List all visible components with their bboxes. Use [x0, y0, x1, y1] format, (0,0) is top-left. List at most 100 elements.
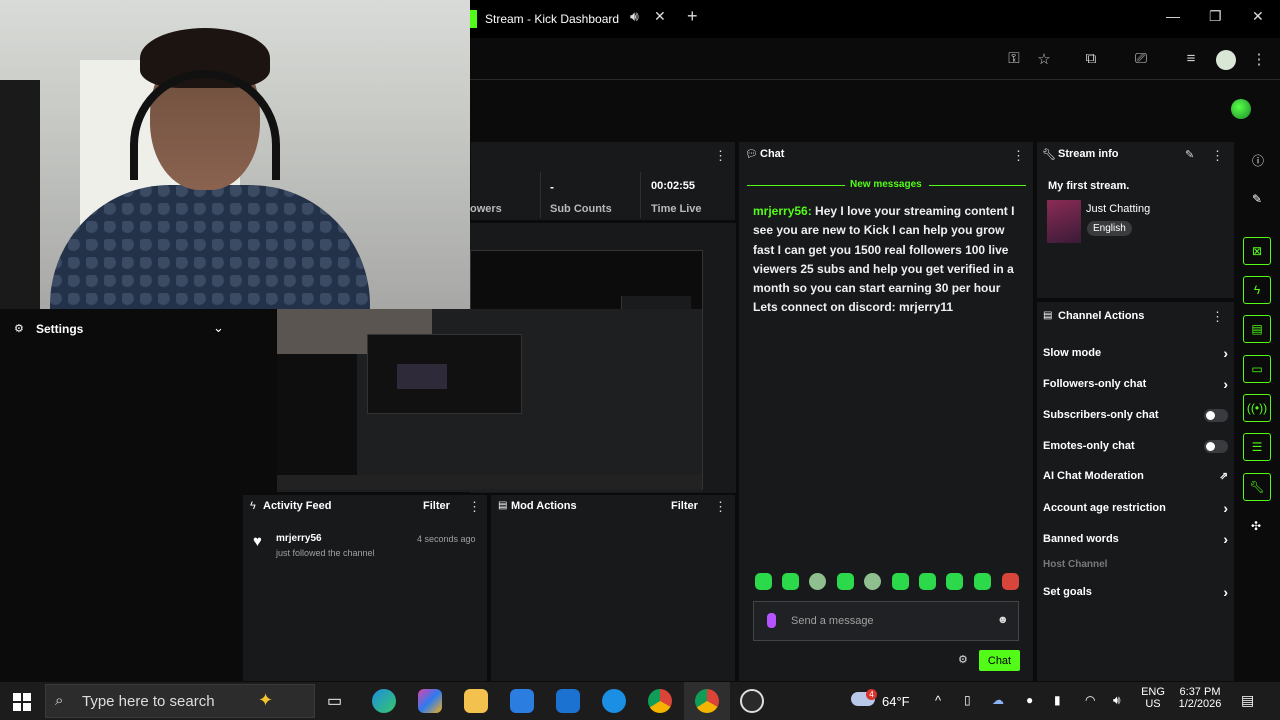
user-avatar[interactable] — [1231, 99, 1251, 119]
taskbar-search-input[interactable]: Type here to search — [45, 684, 315, 718]
tray-wifi-icon[interactable]: ◠ — [1085, 693, 1095, 707]
channel-actions-kebab-icon[interactable]: ⋮ — [1211, 309, 1224, 325]
extension-icon[interactable]: ⧉ — [1081, 50, 1101, 70]
close-window-icon[interactable]: ✕ — [1252, 8, 1264, 25]
edge-icon[interactable] — [372, 689, 396, 713]
info-icon[interactable]: ⓘ — [1252, 152, 1264, 169]
settings-title[interactable]: Settings — [36, 322, 83, 336]
profile-icon[interactable] — [1216, 50, 1236, 70]
emote-icon[interactable] — [1002, 573, 1019, 590]
emoji-icon[interactable]: ☻ — [997, 614, 1009, 626]
activity-filter-button[interactable]: Filter — [423, 500, 450, 512]
emote-icon[interactable] — [946, 573, 963, 590]
followers-only-row[interactable]: Followers-only chat › — [1043, 375, 1228, 393]
chrome-icon[interactable] — [648, 689, 672, 713]
stats-kebab-icon[interactable]: ⋮ — [714, 148, 727, 164]
clock[interactable]: 6:37 PM 1/2/2026 — [1170, 686, 1230, 710]
copilot-sparkle-icon[interactable]: ✦ — [258, 690, 273, 711]
emote-icon[interactable] — [919, 573, 936, 590]
lightning-icon: ϟ — [250, 500, 256, 512]
pencil-icon[interactable]: ✎ — [1252, 192, 1262, 206]
rail-lightning-icon[interactable]: ϟ — [1243, 276, 1271, 304]
subscribers-only-row: Subscribers-only chat — [1043, 406, 1228, 424]
windows-start-icon[interactable] — [13, 693, 31, 711]
stream-info-kebab-icon[interactable]: ⋮ — [1211, 148, 1224, 164]
chat-bubble-icon: 💬︎ — [745, 149, 758, 160]
banned-words-row[interactable]: Banned words › — [1043, 530, 1228, 548]
audio-icon[interactable]: 🔊︎ — [630, 8, 639, 25]
copilot-icon[interactable] — [418, 689, 442, 713]
chat-send-button[interactable]: Chat — [979, 650, 1020, 671]
mod-kebab-icon[interactable]: ⋮ — [714, 499, 727, 515]
chevron-right-icon: › — [1223, 500, 1228, 516]
tab-close-icon[interactable]: ✕ — [654, 8, 666, 25]
activity-time: 4 seconds ago — [417, 534, 476, 544]
browser-tab[interactable]: Stream - Kick Dashboard — [470, 0, 710, 38]
set-goals-row[interactable]: Set goals › — [1043, 583, 1228, 601]
app-icon[interactable] — [602, 689, 626, 713]
ai-moderation-row[interactable]: AI Chat Moderation ⇗ — [1043, 467, 1228, 485]
chrome-active-icon[interactable] — [695, 689, 719, 713]
tray-onedrive-icon[interactable]: ☁ — [992, 693, 1004, 707]
chat-message-text: Hey I love your streaming content I see … — [753, 204, 1015, 315]
edit-pencil-icon[interactable]: ✎ — [1185, 148, 1194, 161]
activity-kebab-icon[interactable]: ⋮ — [468, 499, 481, 515]
new-tab-plus-icon[interactable]: + — [687, 6, 698, 27]
nested-preview — [277, 309, 702, 492]
file-explorer-icon[interactable] — [464, 689, 488, 713]
rail-screen-icon[interactable]: ⊠ — [1243, 237, 1271, 265]
menu-icon[interactable]: ⋮ — [1249, 50, 1269, 70]
emote-icon[interactable] — [864, 573, 881, 590]
rail-document-icon[interactable]: ▤ — [1243, 315, 1271, 343]
emotes-only-toggle[interactable] — [1204, 439, 1228, 453]
tray-mic-icon[interactable]: ● — [1026, 693, 1033, 707]
rail-chat-icon[interactable]: ▭ — [1243, 355, 1271, 383]
emote-icon[interactable] — [837, 573, 854, 590]
gear-icon: ⚙ — [14, 323, 24, 335]
account-age-row[interactable]: Account age restriction › — [1043, 499, 1228, 517]
activity-feed-panel — [242, 494, 488, 682]
activity-user[interactable]: mrjerry56 — [276, 533, 322, 544]
tray-volume-icon[interactable]: 🔊︎ — [1113, 693, 1121, 708]
key-icon[interactable]: ⚿ — [1004, 50, 1024, 70]
stat-divider — [540, 172, 541, 218]
slow-mode-row[interactable]: Slow mode › — [1043, 344, 1228, 362]
task-view-icon[interactable]: ▭ — [327, 691, 342, 711]
rail-panel-icon[interactable]: ☰ — [1243, 433, 1271, 461]
document-icon: ▤ — [498, 500, 508, 511]
subscribers-only-toggle[interactable] — [1204, 408, 1228, 422]
outlook-icon[interactable] — [556, 689, 580, 713]
minimize-icon[interactable]: — — [1166, 8, 1180, 24]
mod-filter-button[interactable]: Filter — [671, 500, 698, 512]
emote-icon[interactable] — [782, 573, 799, 590]
activity-text: just followed the channel — [276, 548, 375, 558]
chat-title: Chat — [760, 148, 785, 160]
tray-phone-icon[interactable]: ▯ — [964, 693, 971, 707]
language-indicator[interactable]: ENG US — [1141, 686, 1165, 710]
chat-kebab-icon[interactable]: ⋮ — [1012, 148, 1025, 164]
playlist-icon[interactable]: ≡ — [1181, 50, 1201, 70]
chat-settings-gear-icon[interactable]: ⚙ — [958, 653, 968, 666]
notifications-icon[interactable]: ▤ — [1241, 692, 1254, 709]
chat-username[interactable]: mrjerry56: — [753, 204, 812, 218]
new-messages-line — [747, 185, 845, 186]
weather-temp[interactable]: 64°F — [882, 694, 910, 709]
emote-icon[interactable] — [974, 573, 991, 590]
rail-wrench-icon[interactable]: 🔧︎ — [1243, 473, 1271, 501]
tray-battery-icon[interactable]: ▮ — [1054, 693, 1061, 707]
restore-icon[interactable]: ❐ — [1209, 8, 1222, 25]
emote-icon[interactable] — [892, 573, 909, 590]
category-thumbnail[interactable] — [1047, 200, 1081, 243]
emote-icon[interactable] — [755, 573, 772, 590]
rail-broadcast-icon[interactable]: ((•)) — [1243, 394, 1271, 422]
clock-time: 6:37 PM — [1179, 686, 1221, 698]
category-name[interactable]: Just Chatting — [1086, 203, 1150, 215]
cast-icon[interactable]: ⎚ — [1131, 50, 1151, 70]
emote-icon[interactable] — [809, 573, 826, 590]
chevron-down-icon[interactable]: ⌄ — [213, 320, 224, 336]
star-icon[interactable]: ☆ — [1034, 50, 1054, 70]
chevron-up-icon[interactable]: ^ — [935, 693, 941, 708]
store-icon[interactable] — [510, 689, 534, 713]
obs-icon[interactable] — [740, 689, 764, 713]
puzzle-icon[interactable]: ✣ — [1251, 519, 1261, 533]
